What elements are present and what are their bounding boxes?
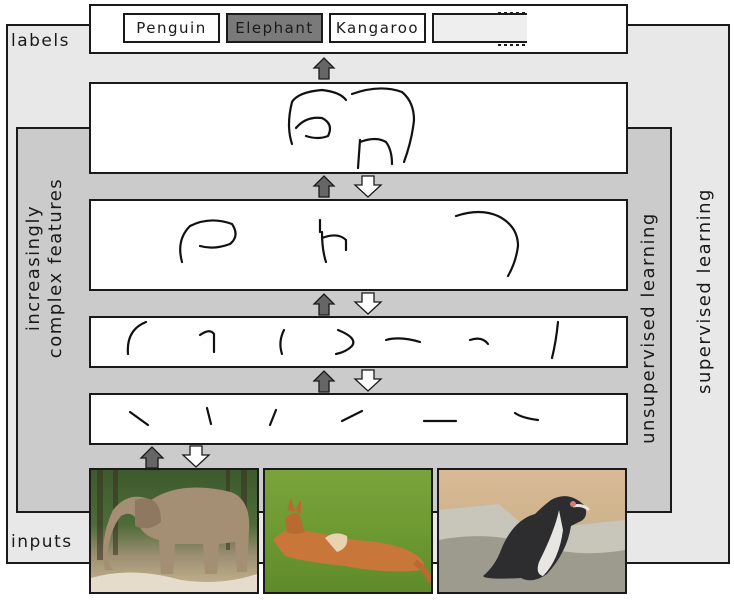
up-arrow-layer-2 — [312, 370, 336, 393]
layer-4-object-features — [287, 87, 416, 170]
up-arrow-layer-1 — [139, 446, 165, 469]
up-arrow-layer-3 — [312, 293, 336, 316]
label-ellipsis-dashes — [498, 12, 527, 46]
feature-strokes — [126, 87, 560, 427]
down-arrow-layer-3 — [353, 292, 383, 315]
layer-3-part-features — [179, 210, 520, 278]
down-arrow-inputs — [181, 445, 211, 468]
layer-2-shape-features — [126, 320, 560, 360]
feature-diagram-overlay — [126, 12, 560, 469]
up-arrow-layer-4 — [312, 175, 336, 198]
down-arrow-layer-2 — [353, 369, 383, 392]
down-arrow-layer-4 — [353, 175, 383, 198]
up-arrow-labels — [312, 57, 336, 80]
layer-1-edge-features — [128, 406, 540, 427]
